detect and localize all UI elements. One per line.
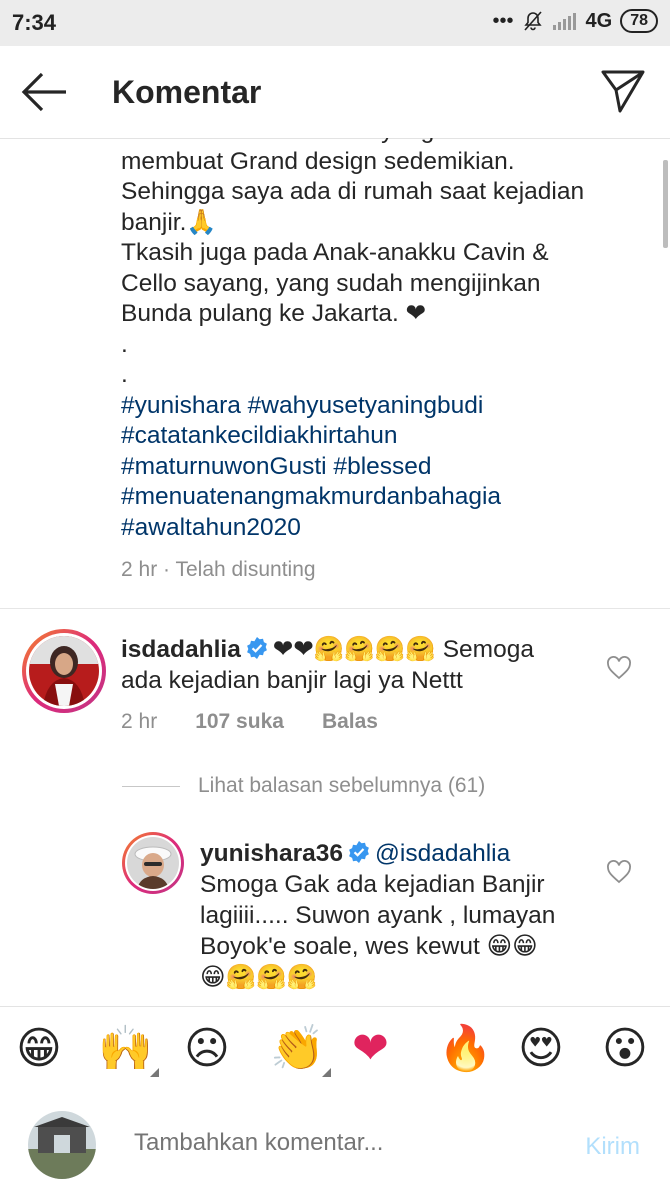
caption-line: Cello sayang, yang sudah mengijinkan [121, 269, 541, 297]
reply-line: Boyok'e soale, wes kewut 😁😁 [200, 933, 538, 960]
reply-like-heart-icon[interactable] [606, 860, 632, 884]
status-bar: 7:34 ••• 4G 78 [0, 0, 670, 46]
emoji-quick-bar: 😁 🙌 ☹ 👏 ❤ 🔥 😍 😮 [0, 1006, 670, 1098]
page-title: Komentar [112, 74, 262, 110]
reply-avatar-ring[interactable] [122, 832, 184, 894]
clapping-glyph: 👏 [270, 1024, 325, 1073]
reply-line: Smoga Gak ada kejadian Banjir [200, 871, 545, 898]
battery-indicator: 78 [620, 9, 658, 33]
avatar-border [26, 633, 102, 709]
network-type: 4G [585, 9, 613, 32]
heart-eyes-emoji[interactable]: 😍 [518, 1019, 564, 1079]
caption-line: Bunda pulang ke Jakarta. ❤ [121, 300, 427, 327]
skin-tone-indicator [321, 1068, 331, 1077]
comment-likes[interactable]: 107 suka [195, 710, 284, 734]
avatar-ring[interactable] [22, 629, 106, 713]
clapping-emoji[interactable]: 👏 [270, 1019, 331, 1079]
reply-username[interactable]: yunishara36 [200, 840, 343, 867]
verified-badge-icon [246, 637, 267, 659]
mute-bell-icon [523, 11, 542, 31]
view-previous-replies-label: Lihat balasan sebelumnya (61) [198, 774, 486, 797]
current-user-avatar [28, 1111, 96, 1179]
reply-line: 😁🤗🤗🤗 [200, 964, 318, 991]
comment-input[interactable] [134, 1129, 534, 1157]
status-icons: ••• 4G 78 [492, 9, 658, 33]
surprised-emoji[interactable]: 😮 [602, 1019, 648, 1079]
comment-time: 2 hr [121, 710, 158, 733]
avatar-border [125, 835, 181, 891]
hashtag-line[interactable]: #yunishara #wahyusetyaningbudi [121, 391, 621, 422]
avatar-photo-icon [29, 636, 99, 706]
raising-hands-emoji[interactable]: 🙌 [98, 1019, 159, 1079]
avatar-photo-icon [28, 1111, 96, 1179]
caption-meta: 2 hr · Telah disunting [121, 558, 316, 581]
view-previous-replies[interactable]: Lihat balasan sebelumnya (61) [122, 774, 485, 798]
caption-line: Tkasih juga pada Anak-anakku Cavin & [121, 239, 549, 266]
caption-line: . [121, 330, 128, 358]
raising-hands-glyph: 🙌 [98, 1024, 153, 1073]
caption-line: membuat Grand design sedemikian. [121, 147, 515, 175]
comment-text: isdadahlia ❤❤🤗🤗🤗🤗 Semoga ada kejadian ban… [121, 634, 591, 696]
reply-button[interactable]: Balas [322, 710, 378, 734]
post-caption: Maturnuwon GustiAllah yang sudah membuat… [121, 138, 621, 543]
notification-dots: ••• [492, 9, 514, 32]
avatar [29, 636, 99, 706]
app-header: Komentar [0, 46, 670, 139]
hashtag-line[interactable]: #catatankecildiakhirtahun [121, 421, 621, 452]
comment-body-2: ada kejadian banjir lagi ya Nettt [121, 667, 463, 694]
status-time: 7:34 [12, 10, 57, 35]
comment-composer: Kirim [0, 1097, 670, 1191]
verified-badge-icon [349, 841, 369, 863]
comment-body-1: ❤❤🤗🤗🤗🤗 Semoga [272, 636, 534, 663]
comments-list[interactable]: Maturnuwon GustiAllah yang sudah membuat… [0, 138, 670, 1006]
fire-emoji[interactable]: 🔥 [438, 1019, 493, 1079]
direct-send-icon[interactable] [600, 68, 646, 114]
back-arrow-icon[interactable] [20, 70, 68, 114]
caption-line: banjir.🙏 [121, 208, 217, 236]
signal-icon [552, 13, 576, 30]
hashtag-line[interactable]: #menuatenangmakmurdanbahagia [121, 482, 621, 513]
heart-emoji[interactable]: ❤ [352, 1019, 389, 1079]
send-comment-button[interactable]: Kirim [585, 1133, 640, 1161]
frowning-emoji[interactable]: ☹ [184, 1019, 230, 1079]
caption-line: Sehingga saya ada di rumah saat kejadian [121, 178, 585, 205]
scrollbar[interactable] [663, 160, 668, 248]
reply-mention[interactable]: @isdadahlia [375, 840, 510, 867]
caption-line: . [121, 361, 128, 388]
reply-text: yunishara36 @isdadahlia Smoga Gak ada kej… [200, 838, 600, 993]
comment-meta: 2 hr 107 suka Balas [121, 710, 378, 734]
grinning-emoji[interactable]: 😁 [16, 1019, 62, 1079]
avatar [127, 837, 179, 889]
caption-line: Maturnuwon GustiAllah yang sudah [121, 138, 621, 147]
divider-line [122, 785, 180, 787]
reply-line: lagiiii..... Suwon ayank , lumayan [200, 902, 556, 929]
avatar-photo-icon [127, 837, 179, 889]
divider [0, 608, 670, 609]
hashtag-line[interactable]: #awaltahun2020 [121, 513, 621, 544]
like-heart-icon[interactable] [606, 656, 632, 680]
hashtag-line[interactable]: #maturnuwonGusti #blessed [121, 452, 621, 483]
comment-username[interactable]: isdadahlia [121, 636, 241, 663]
skin-tone-indicator [149, 1068, 159, 1077]
